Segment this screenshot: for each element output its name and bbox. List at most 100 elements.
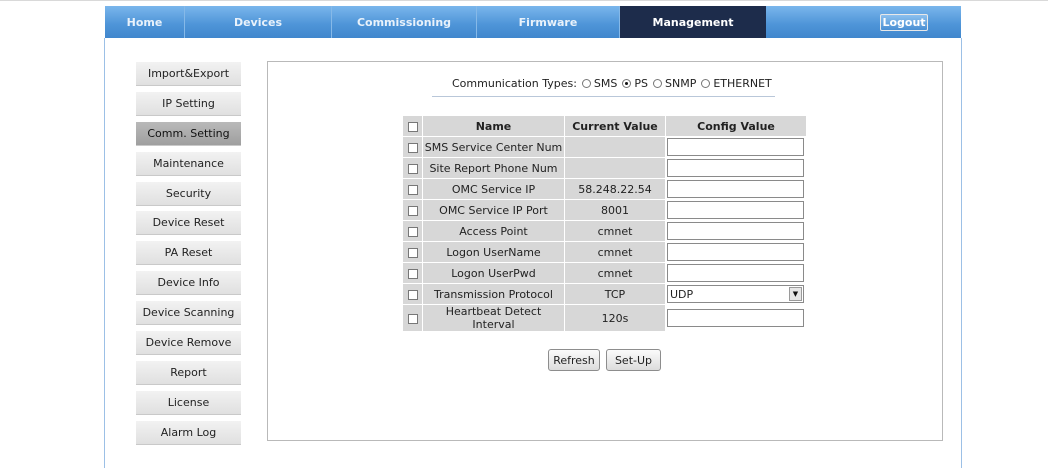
row-name: Heartbeat Detect Interval: [422, 304, 565, 332]
row-config-cell: [665, 157, 807, 179]
row-checkbox[interactable]: [407, 184, 418, 195]
select-all-checkbox[interactable]: [407, 121, 418, 132]
row-current-value: cmnet: [564, 262, 666, 284]
tab-management[interactable]: Management: [620, 6, 766, 39]
config-input[interactable]: [667, 138, 804, 156]
tab-firmware[interactable]: Firmware: [477, 6, 620, 39]
sidebar-item-report[interactable]: Report: [136, 360, 241, 385]
row-config-cell: [665, 178, 807, 200]
radio-ps[interactable]: [622, 79, 632, 88]
row-config-cell: [665, 199, 807, 221]
row-checkbox-cell: [402, 304, 423, 332]
row-checkbox-cell: [402, 241, 423, 263]
row-name: Logon UserName: [422, 241, 565, 263]
row-current-value: [564, 157, 666, 179]
row-checkbox[interactable]: [407, 142, 418, 153]
row-checkbox-cell: [402, 283, 423, 305]
config-input[interactable]: [667, 264, 804, 282]
table-row: OMC Service IP 58.248.22.54: [402, 178, 807, 200]
sidebar-item-ip-setting[interactable]: IP Setting: [136, 91, 241, 116]
radio-ethernet-label: ETHERNET: [713, 77, 772, 90]
sidebar-item-security[interactable]: Security: [136, 181, 241, 206]
row-config-cell: [665, 304, 807, 332]
row-current-value: [564, 136, 666, 158]
row-current-value: cmnet: [564, 241, 666, 263]
row-checkbox[interactable]: [407, 226, 418, 237]
row-config-cell: [665, 220, 807, 242]
row-checkbox-cell: [402, 178, 423, 200]
tab-devices[interactable]: Devices: [185, 6, 332, 39]
row-name: SMS Service Center Num: [422, 136, 565, 158]
row-current-value: 8001: [564, 199, 666, 221]
row-name: Access Point: [422, 220, 565, 242]
row-checkbox-cell: [402, 157, 423, 179]
config-input[interactable]: [667, 243, 804, 261]
radio-ps-label: PS: [634, 77, 648, 90]
row-current-value: 120s: [564, 304, 666, 332]
sidebar-item-device-remove[interactable]: Device Remove: [136, 331, 241, 356]
setup-button[interactable]: Set-Up: [606, 349, 661, 371]
row-config-cell: UDP ▼: [665, 283, 807, 305]
row-checkbox[interactable]: [407, 289, 418, 300]
sidebar-item-maintenance[interactable]: Maintenance: [136, 151, 241, 176]
header-name: Name: [422, 115, 565, 137]
table-header-row: Name Current Value Config Value: [402, 115, 807, 137]
row-config-cell: [665, 262, 807, 284]
transmission-protocol-select[interactable]: UDP ▼: [667, 285, 804, 303]
table-row: Site Report Phone Num: [402, 157, 807, 179]
sidebar-item-license[interactable]: License: [136, 390, 241, 415]
radio-snmp[interactable]: [653, 79, 662, 88]
row-checkbox[interactable]: [407, 268, 418, 279]
header-config-value: Config Value: [665, 115, 807, 137]
config-input[interactable]: [667, 159, 804, 177]
table-row: Transmission Protocol TCP UDP ▼: [402, 283, 807, 305]
select-all-cell: [402, 115, 423, 137]
radio-sms[interactable]: [581, 79, 591, 88]
row-checkbox[interactable]: [407, 247, 418, 258]
header-current-value: Current Value: [564, 115, 666, 137]
row-name: Site Report Phone Num: [422, 157, 565, 179]
sidebar: Import&Export IP Setting Comm. Setting M…: [136, 62, 241, 451]
sidebar-item-import-export[interactable]: Import&Export: [136, 62, 241, 86]
row-current-value: TCP: [564, 283, 666, 305]
communication-divider: [432, 96, 775, 97]
radio-ethernet[interactable]: [701, 79, 711, 88]
config-input[interactable]: [667, 180, 804, 198]
sidebar-item-device-reset[interactable]: Device Reset: [136, 211, 241, 236]
sidebar-item-device-scanning[interactable]: Device Scanning: [136, 301, 241, 326]
sidebar-item-alarm-log[interactable]: Alarm Log: [136, 420, 241, 445]
table-row: Heartbeat Detect Interval 120s: [402, 304, 807, 332]
row-name: OMC Service IP: [422, 178, 565, 200]
row-checkbox[interactable]: [407, 163, 418, 174]
top-nav: Home Devices Commissioning Firmware Mana…: [105, 6, 961, 39]
row-checkbox[interactable]: [407, 205, 418, 216]
chevron-down-icon[interactable]: ▼: [789, 287, 802, 301]
tab-commissioning[interactable]: Commissioning: [332, 6, 477, 39]
table-row: Access Point cmnet: [402, 220, 807, 242]
radio-snmp-label: SNMP: [665, 77, 697, 90]
config-input[interactable]: [667, 309, 804, 327]
communication-types-label: Communication Types:: [452, 77, 577, 90]
tab-home[interactable]: Home: [105, 6, 185, 39]
config-input[interactable]: [667, 222, 804, 240]
row-checkbox[interactable]: [407, 313, 418, 324]
logout-button[interactable]: Logout: [880, 14, 928, 31]
table-row: Logon UserName cmnet: [402, 241, 807, 263]
row-checkbox-cell: [402, 262, 423, 284]
row-name: Logon UserPwd: [422, 262, 565, 284]
sidebar-item-device-info[interactable]: Device Info: [136, 271, 241, 296]
row-checkbox-cell: [402, 136, 423, 158]
row-config-cell: [665, 241, 807, 263]
row-name: OMC Service IP Port: [422, 199, 565, 221]
table-row: OMC Service IP Port 8001: [402, 199, 807, 221]
sidebar-item-comm-setting[interactable]: Comm. Setting: [136, 121, 241, 146]
communication-types: Communication Types: SMS PS SNMP ETHERNE…: [452, 77, 772, 90]
config-input[interactable]: [667, 201, 804, 219]
row-config-cell: [665, 136, 807, 158]
table-row: SMS Service Center Num: [402, 136, 807, 158]
table-row: Logon UserPwd cmnet: [402, 262, 807, 284]
refresh-button[interactable]: Refresh: [548, 349, 600, 371]
radio-sms-label: SMS: [593, 77, 618, 90]
sidebar-item-pa-reset[interactable]: PA Reset: [136, 241, 241, 266]
row-checkbox-cell: [402, 220, 423, 242]
